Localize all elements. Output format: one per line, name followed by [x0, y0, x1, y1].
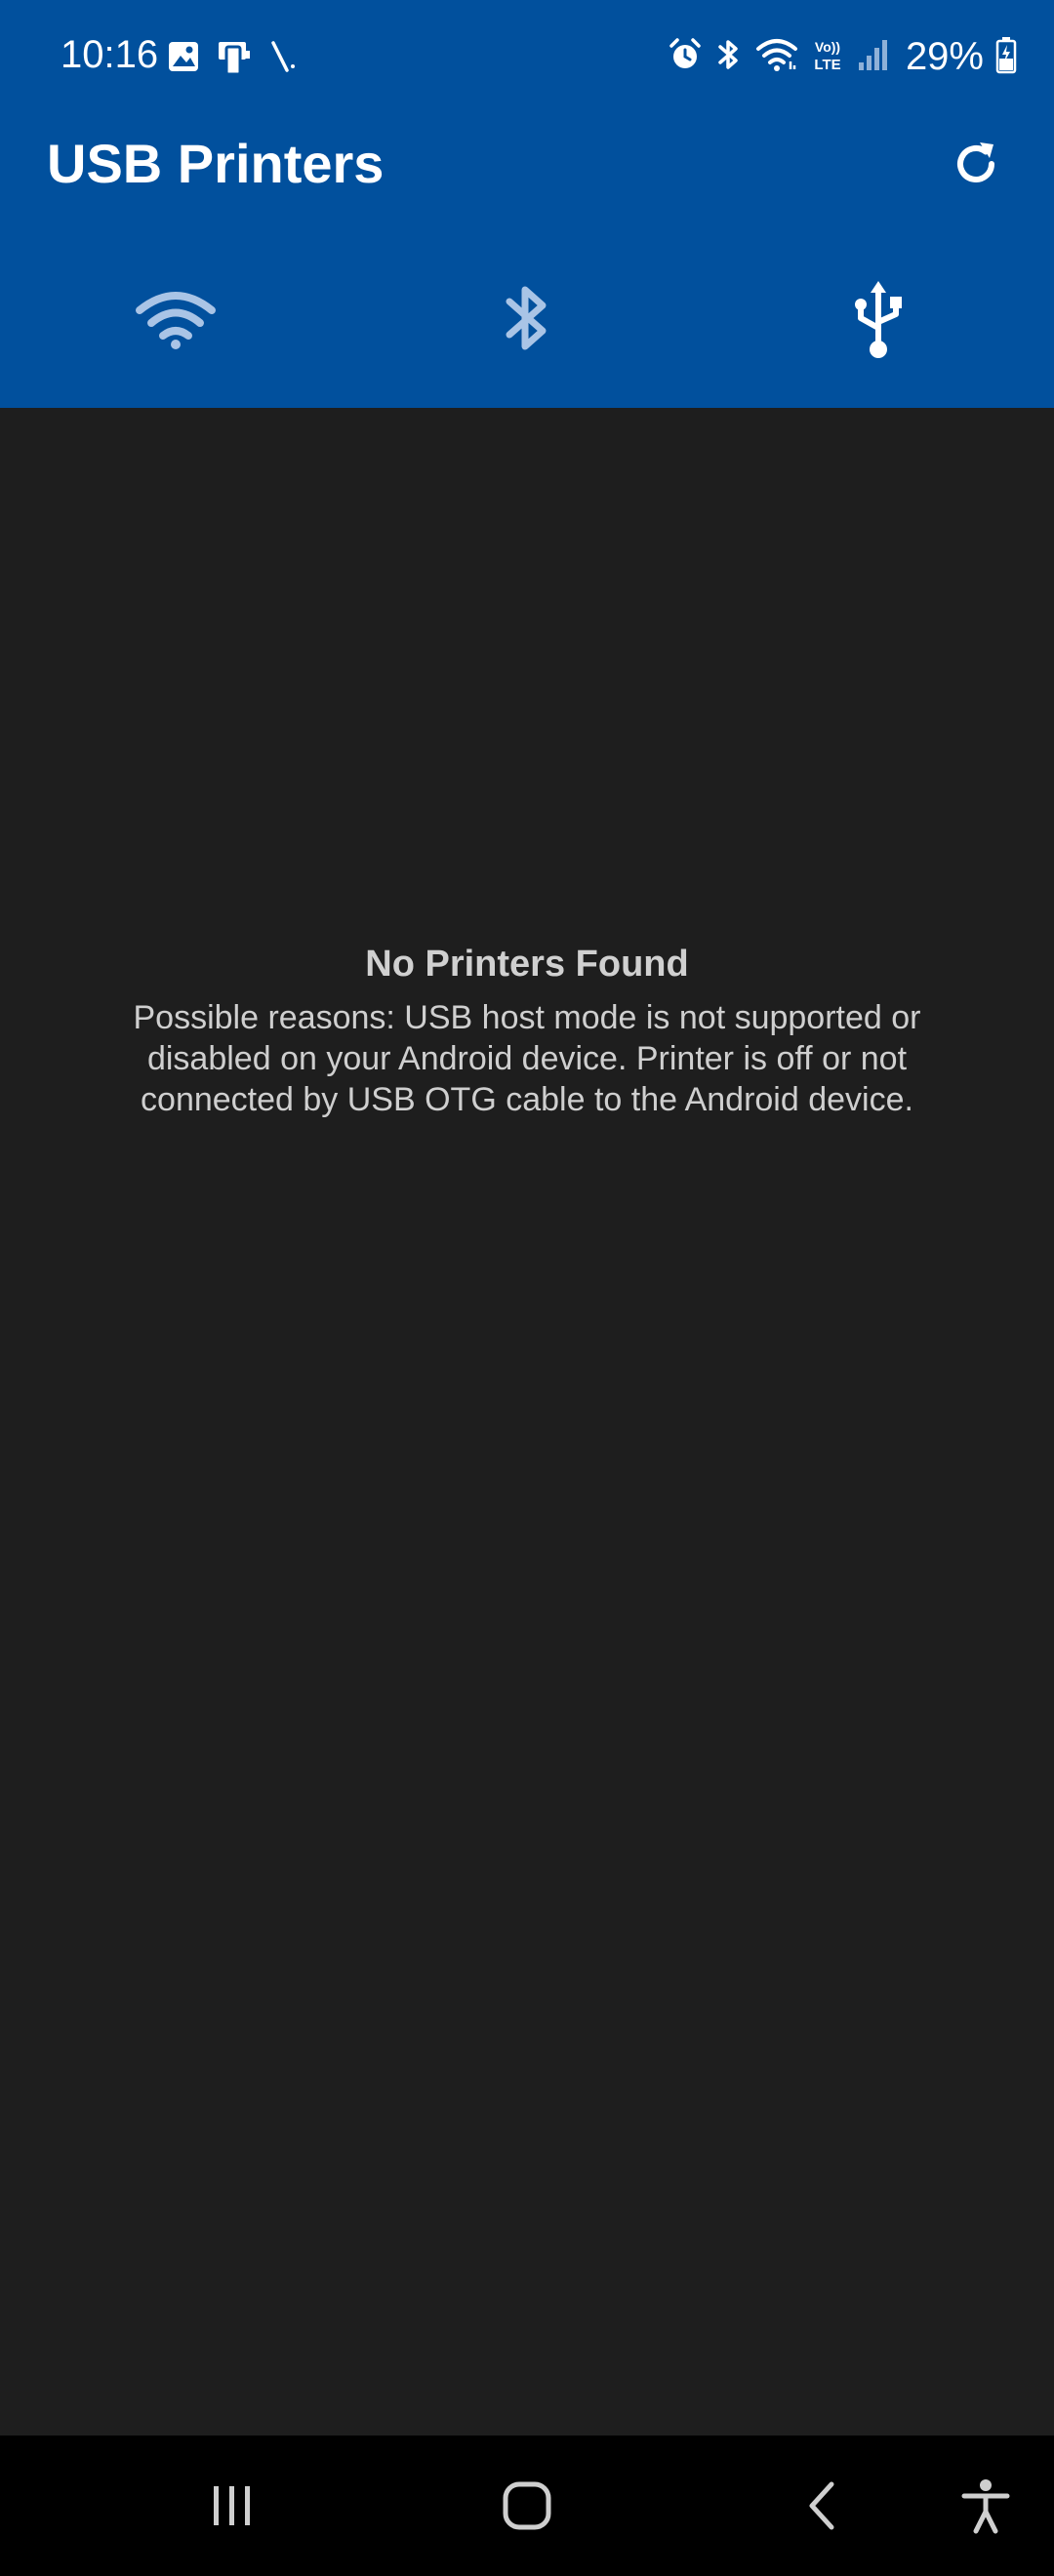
bluetooth-icon [714, 36, 744, 78]
signal-icon [857, 37, 890, 77]
status-bar: 10:16 Vo)) LTE 29% [0, 0, 1054, 115]
pen-icon [267, 39, 299, 79]
recents-button[interactable] [183, 2457, 281, 2555]
svg-text:LTE: LTE [814, 57, 840, 73]
app-bar: 10:16 Vo)) LTE 29% USB Printers [0, 0, 1054, 408]
back-icon [809, 2481, 834, 2530]
battery-icon [995, 35, 1017, 79]
connection-tabs [0, 256, 1054, 382]
tab-bluetooth[interactable] [351, 256, 703, 382]
tab-wifi[interactable] [0, 256, 351, 382]
device-icon [215, 37, 254, 81]
volte-icon: Vo)) LTE [810, 35, 845, 79]
back-button[interactable] [775, 2457, 872, 2555]
empty-state-title: No Printers Found [365, 944, 689, 985]
page-title: USB Printers [47, 133, 385, 194]
status-time: 10:16 [61, 33, 159, 76]
gallery-icon [166, 39, 201, 79]
wifi-icon [136, 292, 216, 349]
wifi-icon [755, 36, 798, 78]
bluetooth-icon [506, 286, 547, 350]
battery-percent: 29% [905, 35, 984, 78]
refresh-button[interactable] [941, 129, 1011, 199]
tab-usb[interactable] [703, 256, 1054, 382]
status-right-icons: Vo)) LTE 29% [668, 29, 1017, 84]
refresh-icon [957, 142, 994, 182]
home-button[interactable] [478, 2457, 576, 2555]
status-left-icons [166, 37, 299, 80]
usb-icon [855, 281, 902, 358]
empty-state-message: Possible reasons: USB host mode is not s… [133, 999, 921, 1118]
svg-text:Vo)): Vo)) [815, 39, 840, 55]
accessibility-button[interactable] [937, 2457, 1034, 2555]
empty-state: No Printers Found Possible reasons: USB … [78, 937, 976, 1120]
alarm-icon [668, 37, 703, 77]
accessibility-icon [961, 2479, 1010, 2534]
navigation-bar [0, 2435, 1054, 2576]
home-icon [503, 2481, 551, 2530]
recents-icon [214, 2486, 250, 2525]
